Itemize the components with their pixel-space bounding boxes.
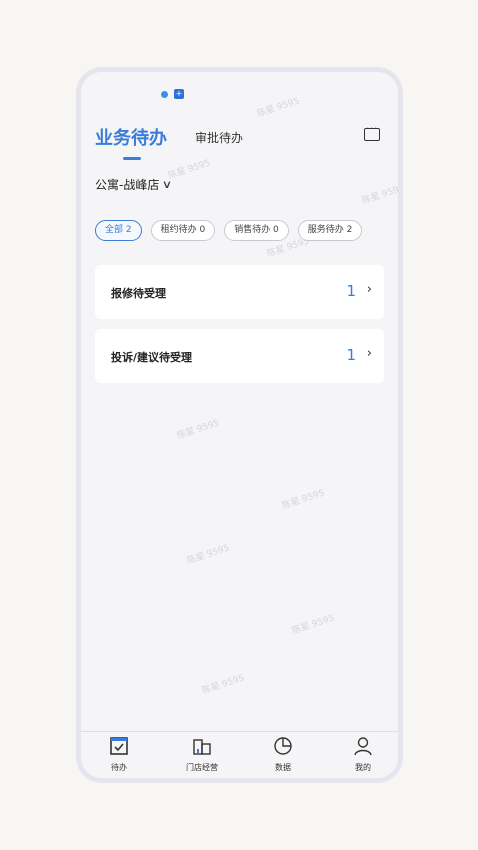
nav-mine[interactable]: 我的 (333, 736, 393, 773)
nav-label: 门店经营 (186, 763, 218, 772)
chip-all[interactable]: 全部 2 (95, 220, 142, 241)
checkbox-icon (110, 737, 128, 755)
nav-label: 数据 (275, 763, 291, 772)
watermark: 陈星 9595 (255, 96, 301, 120)
tab-approval-todo[interactable]: 审批待办 (195, 129, 243, 146)
store-name: 公寓-战峰店 (95, 178, 160, 192)
nav-todo[interactable]: 待办 (89, 736, 149, 773)
todo-card-complaint[interactable]: 投诉/建议待受理 1 › (95, 329, 384, 383)
active-tab-indicator (123, 157, 141, 160)
nav-data[interactable]: 数据 (253, 736, 313, 773)
card-count: 1 (346, 346, 356, 364)
app-notification-icon: + (174, 89, 184, 99)
watermark: 陈星 9595 (175, 418, 221, 442)
bottom-nav: 待办 门店经营 数据 我的 (81, 731, 398, 778)
pie-chart-icon (274, 737, 292, 755)
watermark: 陈星 9595 (185, 543, 231, 567)
chevron-right-icon: › (366, 282, 372, 297)
chip-service-todo[interactable]: 服务待办 2 (297, 220, 363, 241)
card-title: 报修待受理 (111, 287, 166, 300)
watermark: 陈星 9595 (360, 183, 403, 207)
tab-business-todo[interactable]: 业务待办 (95, 124, 167, 150)
building-icon (193, 739, 211, 755)
header: 业务待办 审批待办 (81, 120, 398, 160)
todo-card-repair[interactable]: 报修待受理 1 › (95, 265, 384, 319)
chevron-right-icon: › (366, 346, 372, 361)
chip-lease-todo[interactable]: 租约待办 0 (150, 220, 216, 241)
nav-store-operations[interactable]: 门店经营 (172, 736, 232, 773)
nav-label: 我的 (355, 763, 371, 772)
shield-icon (161, 90, 168, 98)
card-title: 投诉/建议待受理 (111, 351, 193, 364)
phone-frame: 陈星 9595 陈星 9595 陈星 9595 陈星 9595 陈星 9595 … (76, 67, 403, 783)
card-count: 1 (346, 282, 356, 300)
nav-label: 待办 (111, 763, 127, 772)
watermark: 陈星 9595 (200, 673, 246, 697)
filter-chips: 全部 2 租约待办 0 销售待办 0 服务待办 2 (95, 220, 363, 241)
watermark: 陈星 9595 (280, 488, 326, 512)
app-screen: 陈星 9595 陈星 9595 陈星 9595 陈星 9595 陈星 9595 … (81, 72, 398, 778)
chip-sales-todo[interactable]: 销售待办 0 (224, 220, 289, 241)
person-icon (354, 737, 372, 756)
watermark: 陈星 9595 (290, 613, 336, 637)
store-selector[interactable]: 公寓-战峰店 ∨ (95, 176, 173, 193)
chevron-down-icon: ∨ (162, 178, 173, 191)
status-bar: + (161, 89, 184, 99)
message-icon[interactable] (364, 122, 380, 141)
